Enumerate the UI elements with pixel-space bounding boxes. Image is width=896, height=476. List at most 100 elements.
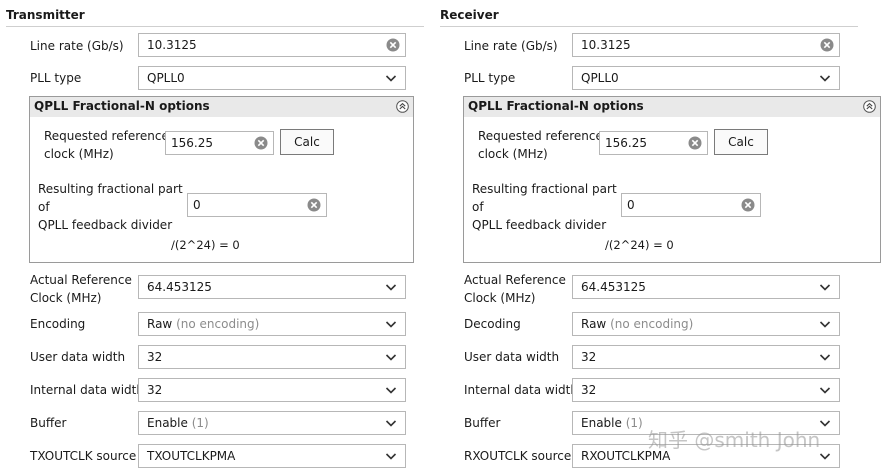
rx-outclk-label: RXOUTCLK source	[464, 449, 572, 463]
tx-buffer-select[interactable]: Enable (1)	[138, 411, 406, 435]
rx-line-rate-label: Line rate (Gb/s)	[464, 39, 558, 53]
tx-buffer-label: Buffer	[30, 416, 67, 430]
rx-decoding-hint: (no encoding)	[610, 317, 694, 331]
rx-buffer-label: Buffer	[464, 416, 501, 430]
tx-pll-type-value: QPLL0	[147, 71, 185, 85]
rx-actual-ref-label-1: Actual Reference	[464, 273, 566, 287]
rx-ref-clock-input[interactable]: 156.25	[599, 131, 708, 155]
chevron-down-icon	[385, 387, 397, 394]
tx-buffer-value: Enable	[147, 416, 188, 430]
chevron-down-icon	[385, 453, 397, 460]
tx-frac-label-3: QPLL feedback divider	[38, 218, 173, 232]
tx-ref-clock-input[interactable]: 156.25	[165, 131, 274, 155]
rx-qpll-title: QPLL Fractional-N options	[468, 99, 644, 113]
rx-internal-width-value: 32	[581, 383, 597, 397]
rx-line-rate-input[interactable]: 10.3125	[572, 33, 840, 57]
clear-icon[interactable]	[820, 38, 834, 52]
tx-user-width-label: User data width	[30, 350, 126, 364]
rx-ref-clock-label-2: clock (MHz)	[478, 147, 548, 161]
tx-user-width-select[interactable]: 32	[138, 345, 406, 369]
chevron-down-icon	[819, 284, 831, 291]
tx-internal-width-value: 32	[147, 383, 163, 397]
collapse-up-icon[interactable]	[863, 100, 876, 113]
rx-actual-ref-select[interactable]: 64.453125	[572, 275, 840, 299]
tx-outclk-value: TXOUTCLKPMA	[147, 449, 236, 463]
tx-pll-type-select[interactable]: QPLL0	[138, 66, 406, 90]
tx-line-rate-label: Line rate (Gb/s)	[30, 39, 124, 53]
clear-icon[interactable]	[254, 136, 268, 150]
rx-frac-label-2: of	[472, 200, 484, 214]
chevron-down-icon	[385, 284, 397, 291]
tx-frac-input[interactable]: 0	[187, 193, 327, 217]
tx-ref-clock-value: 156.25	[171, 136, 213, 150]
chevron-down-icon	[385, 420, 397, 427]
tx-calc-button[interactable]: Calc	[280, 129, 334, 155]
rx-qpll-group: QPLL Fractional-N options Requested refe…	[463, 96, 881, 263]
tx-encoding-select[interactable]: Raw (no encoding)	[138, 312, 406, 336]
rx-pll-type-label: PLL type	[464, 71, 516, 85]
rx-calc-button[interactable]: Calc	[714, 129, 768, 155]
tx-ref-clock-label-2: clock (MHz)	[44, 147, 114, 161]
tx-actual-ref-value: 64.453125	[147, 280, 212, 294]
rx-pll-type-value: QPLL0	[581, 71, 619, 85]
rx-frac-label-3: QPLL feedback divider	[472, 218, 607, 232]
tx-outclk-select[interactable]: TXOUTCLKPMA	[138, 444, 406, 468]
tx-frac-value: 0	[193, 198, 201, 212]
rx-ref-clock-value: 156.25	[605, 136, 647, 150]
tx-ref-clock-label-1: Requested reference	[44, 129, 169, 143]
rx-pll-type-select[interactable]: QPLL0	[572, 66, 840, 90]
rx-decoding-value: Raw	[581, 317, 607, 331]
receiver-panel: Receiver Line rate (Gb/s) 10.3125 PLL ty…	[434, 0, 881, 476]
tx-actual-ref-select[interactable]: 64.453125	[138, 275, 406, 299]
rx-ref-clock-label-1: Requested reference	[478, 129, 603, 143]
receiver-title: Receiver	[440, 8, 499, 22]
chevron-down-icon	[385, 75, 397, 82]
rx-frac-value: 0	[627, 198, 635, 212]
clear-icon[interactable]	[741, 198, 755, 212]
rx-qpll-header[interactable]: QPLL Fractional-N options	[464, 97, 880, 117]
tx-user-width-value: 32	[147, 350, 163, 364]
tx-line-rate-input[interactable]: 10.3125	[138, 33, 406, 57]
chevron-down-icon	[385, 321, 397, 328]
tx-frac-label-1: Resulting fractional part	[38, 182, 183, 196]
rx-user-width-value: 32	[581, 350, 597, 364]
rx-user-width-label: User data width	[464, 350, 560, 364]
rx-actual-ref-label-2: Clock (MHz)	[464, 291, 536, 305]
collapse-up-icon[interactable]	[396, 100, 409, 113]
rx-internal-width-select[interactable]: 32	[572, 378, 840, 402]
rx-buffer-hint: (1)	[625, 416, 643, 430]
rx-decoding-label: Decoding	[464, 317, 521, 331]
rx-line-rate-value: 10.3125	[581, 38, 631, 52]
tx-qpll-title: QPLL Fractional-N options	[34, 99, 210, 113]
clear-icon[interactable]	[688, 136, 702, 150]
clear-icon[interactable]	[307, 198, 321, 212]
watermark: 知乎 @smith John	[648, 428, 821, 452]
rx-formula: /(2^24) = 0	[605, 238, 674, 252]
tx-line-rate-value: 10.3125	[147, 38, 197, 52]
rx-actual-ref-value: 64.453125	[581, 280, 646, 294]
tx-buffer-hint: (1)	[191, 416, 209, 430]
transmitter-panel: Transmitter Line rate (Gb/s) 10.3125 PLL…	[0, 0, 440, 476]
chevron-down-icon	[819, 75, 831, 82]
rx-user-width-select[interactable]: 32	[572, 345, 840, 369]
rx-frac-label-1: Resulting fractional part	[472, 182, 617, 196]
tx-qpll-header[interactable]: QPLL Fractional-N options	[30, 97, 413, 117]
tx-formula: /(2^24) = 0	[171, 238, 240, 252]
tx-frac-label-2: of	[38, 200, 50, 214]
rx-buffer-value: Enable	[581, 416, 622, 430]
tx-internal-width-select[interactable]: 32	[138, 378, 406, 402]
chevron-down-icon	[819, 354, 831, 361]
chevron-down-icon	[819, 420, 831, 427]
tx-encoding-label: Encoding	[30, 317, 86, 331]
chevron-down-icon	[819, 387, 831, 394]
rx-decoding-select[interactable]: Raw (no encoding)	[572, 312, 840, 336]
tx-actual-ref-label-2: Clock (MHz)	[30, 291, 102, 305]
chevron-down-icon	[819, 453, 831, 460]
tx-qpll-group: QPLL Fractional-N options Requested refe…	[29, 96, 414, 263]
tx-encoding-hint: (no encoding)	[176, 317, 260, 331]
rx-frac-input[interactable]: 0	[621, 193, 761, 217]
tx-encoding-value: Raw	[147, 317, 173, 331]
tx-pll-type-label: PLL type	[30, 71, 82, 85]
clear-icon[interactable]	[386, 38, 400, 52]
tx-actual-ref-label-1: Actual Reference	[30, 273, 132, 287]
